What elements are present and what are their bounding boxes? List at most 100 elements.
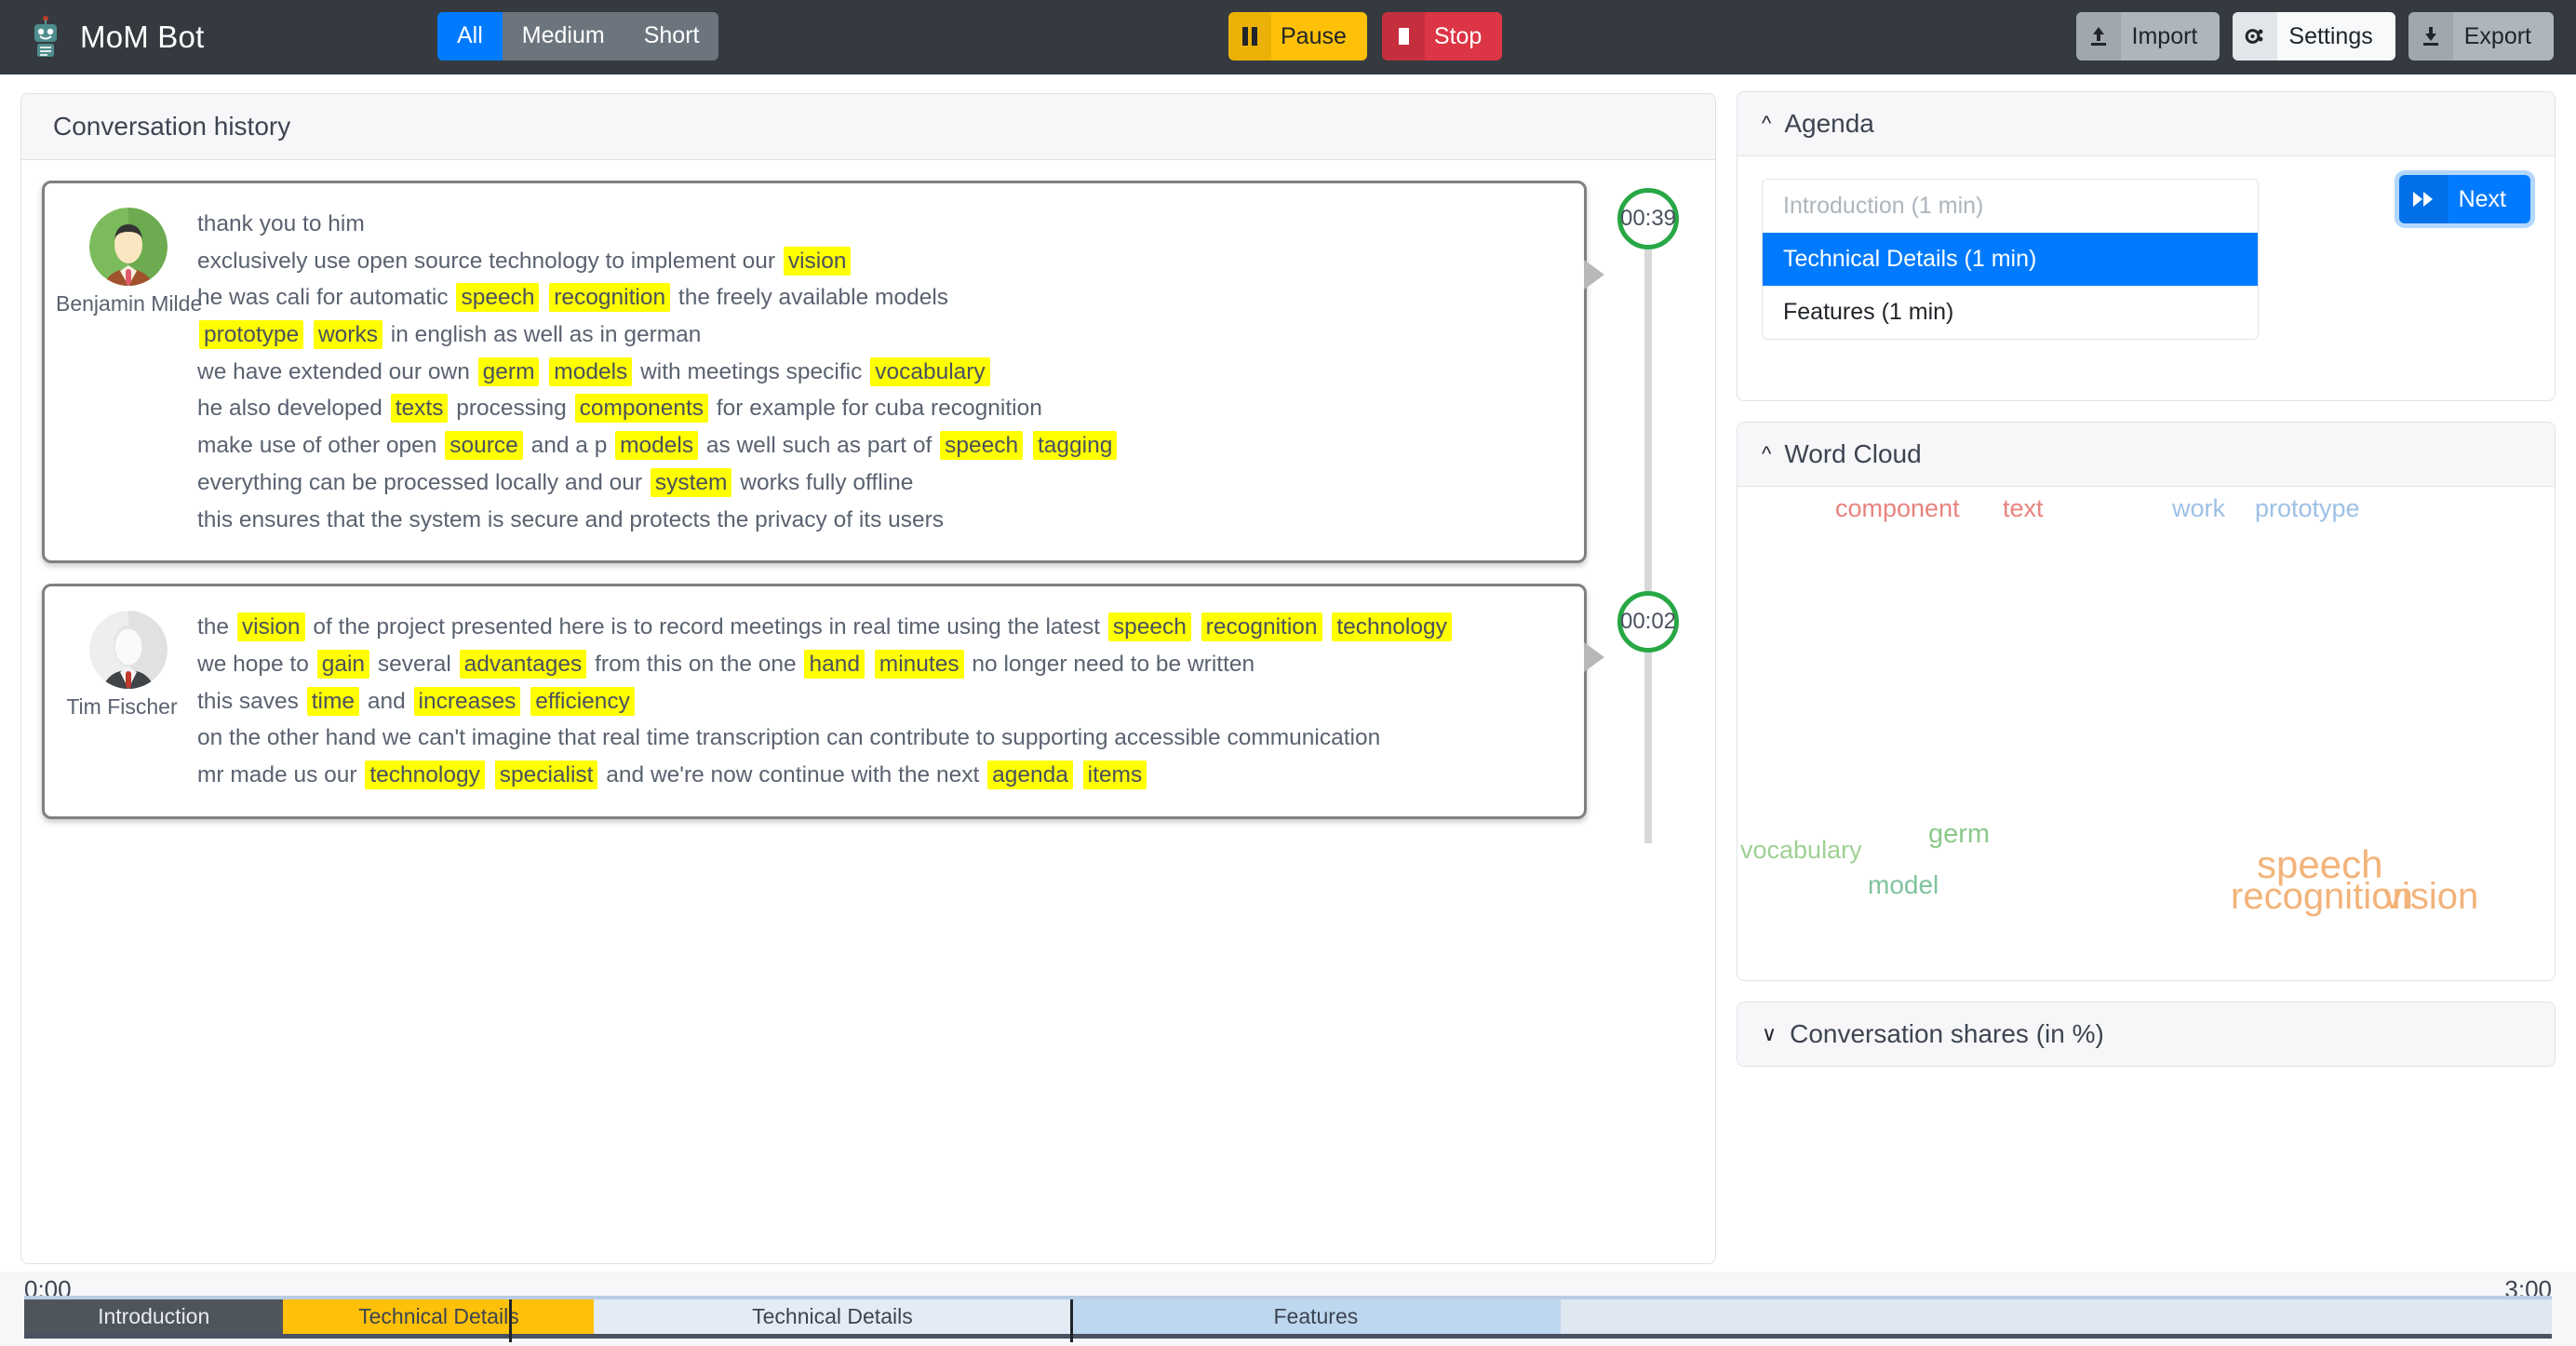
message-lines: the vision of the project presented here… xyxy=(197,607,1560,793)
keyword-highlight: minutes xyxy=(874,649,964,679)
timeline-marker xyxy=(1070,1299,1074,1342)
keyword-highlight: technology xyxy=(365,760,485,789)
keyword-highlight: recognition xyxy=(549,283,671,313)
word-cloud-word[interactable]: model xyxy=(1868,870,1939,900)
message-bubble[interactable]: Tim Fischer the vision of the project pr… xyxy=(42,584,1604,819)
agenda-panel-title: Agenda xyxy=(1784,109,1874,138)
keyword-highlight: speech xyxy=(456,283,540,313)
keyword-highlight: prototype xyxy=(199,320,304,350)
speaker-name: Tim Fischer xyxy=(66,694,178,720)
agenda-item-features[interactable]: Features (1 min) xyxy=(1763,286,2258,339)
agenda-item-introduction[interactable]: Introduction (1 min) xyxy=(1763,180,2258,233)
upload-icon xyxy=(2075,12,2121,61)
keyword-highlight: models xyxy=(615,431,699,461)
conversation-shares-panel: ∨ Conversation shares (in %) xyxy=(1737,1002,2556,1067)
word-cloud-word[interactable]: text xyxy=(2003,494,2044,523)
transcript-line: he also developed texts processing compo… xyxy=(197,394,1042,424)
keyword-highlight: technology xyxy=(1332,612,1452,642)
fast-forward-icon xyxy=(2398,175,2448,223)
keyword-highlight: hand xyxy=(804,649,865,679)
import-button[interactable]: Import xyxy=(2075,12,2220,61)
agenda-panel: ^ Agenda Introduction (1 min) Technical … xyxy=(1737,91,2556,401)
settings-button[interactable]: Settings xyxy=(2233,12,2395,61)
word-cloud-word[interactable]: vocabulary xyxy=(1740,836,1862,865)
transcript-line: we hope to gain several advantages from … xyxy=(197,649,1255,679)
keyword-highlight: vision xyxy=(783,246,852,276)
keyword-highlight: works xyxy=(313,320,382,350)
conversation-shares-panel-header[interactable]: ∨ Conversation shares (in %) xyxy=(1737,1003,2555,1066)
keyword-highlight: gain xyxy=(316,649,370,679)
file-controls: Import Settings Export xyxy=(2075,12,2554,61)
conversation-column: Conversation history Benjamin Milde than… xyxy=(0,74,1737,1346)
keyword-highlight: speech xyxy=(940,431,1024,461)
transcript-line: make use of other open source and a p mo… xyxy=(197,427,1560,464)
keyword-highlight: time xyxy=(306,686,360,716)
summary-mode-group: All Medium Short xyxy=(437,12,719,61)
agenda-panel-header[interactable]: ^ Agenda xyxy=(1737,92,2555,156)
message-bubble[interactable]: Benjamin Milde thank you to him exclusiv… xyxy=(42,181,1604,564)
transcript-line: he was cali for automatic speech recogni… xyxy=(197,283,949,313)
settings-button-label: Settings xyxy=(2288,23,2373,49)
chevron-down-icon: ∨ xyxy=(1762,1022,1778,1045)
timeline-track[interactable]: Introduction Technical Details Technical D… xyxy=(24,1296,2552,1342)
brand: MoM Bot xyxy=(26,16,204,59)
transcript-line: this saves time and increases efficiency xyxy=(197,683,1560,720)
keyword-highlight: system xyxy=(650,467,732,497)
next-button-label: Next xyxy=(2458,186,2506,212)
stop-button[interactable]: Stop xyxy=(1381,12,1503,61)
message-row: Tim Fischer the vision of the project pr… xyxy=(21,584,1715,819)
timeline-segment[interactable]: Technical Details xyxy=(283,1299,595,1334)
word-cloud-canvas: component text work prototype vocabulary germ… xyxy=(1737,487,2555,980)
export-button-label: Export xyxy=(2463,23,2531,49)
conversation-shares-panel-title: Conversation shares (in %) xyxy=(1790,1019,2104,1048)
mode-button-medium[interactable]: Medium xyxy=(502,12,624,61)
transcript-line: prototype works in english as well as in… xyxy=(197,316,1560,354)
message-row: Benjamin Milde thank you to him exclusiv… xyxy=(21,181,1715,564)
keyword-highlight: texts xyxy=(390,394,449,424)
timeline-segment[interactable]: Technical Details xyxy=(594,1299,1071,1334)
message-timestamp-badge: 00:39 xyxy=(1617,188,1679,249)
mode-button-all[interactable]: All xyxy=(437,12,503,61)
pause-button[interactable]: Pause xyxy=(1228,12,1367,61)
transcript-line: the vision of the project presented here… xyxy=(197,609,1560,646)
timeline-segment[interactable]: Features xyxy=(1070,1299,1562,1334)
word-cloud-word[interactable]: prototype xyxy=(2255,494,2360,523)
keyword-highlight: increases xyxy=(413,686,521,716)
word-cloud-word[interactable]: work xyxy=(2172,494,2225,523)
import-button-label: Import xyxy=(2131,23,2198,49)
keyword-highlight: agenda xyxy=(987,760,1073,789)
keyword-highlight: tagging xyxy=(1032,431,1118,461)
keyword-highlight: recognition xyxy=(1201,612,1322,642)
download-icon xyxy=(2408,12,2453,61)
word-cloud-word[interactable]: component xyxy=(1835,494,1960,523)
agenda-item-technical-details[interactable]: Technical Details (1 min) xyxy=(1763,233,2258,286)
avatar xyxy=(89,611,168,690)
timeline-segment[interactable]: Introduction xyxy=(24,1299,284,1334)
robot-icon xyxy=(26,16,65,59)
recording-controls: Pause Stop xyxy=(1228,12,1503,61)
app-title: MoM Bot xyxy=(80,20,205,54)
word-cloud-word[interactable]: germ xyxy=(1928,819,1990,850)
agenda-list: Introduction (1 min) Technical Details (… xyxy=(1762,179,2259,340)
keyword-highlight: vision xyxy=(236,612,305,642)
export-button[interactable]: Export xyxy=(2408,12,2554,61)
conversation-history-body: Benjamin Milde thank you to him exclusiv… xyxy=(21,160,1715,1263)
keyword-highlight: source xyxy=(445,431,523,461)
conversation-history-title: Conversation history xyxy=(21,94,1715,160)
keyword-highlight: specialist xyxy=(494,760,598,789)
main-layout: Conversation history Benjamin Milde than… xyxy=(0,74,2576,1346)
message-speaker: Benjamin Milde xyxy=(56,204,202,538)
message-lines: thank you to him exclusively use open so… xyxy=(197,204,1560,538)
word-cloud-panel-header[interactable]: ^ Word Cloud xyxy=(1737,423,2555,487)
keyword-highlight: advantages xyxy=(459,649,587,679)
meeting-timeline: 0:00 3:00 Introduction Technical Details T… xyxy=(0,1272,2576,1346)
word-cloud-panel: ^ Word Cloud component text work prototype v… xyxy=(1737,422,2556,981)
next-agenda-button[interactable]: Next xyxy=(2398,175,2530,223)
keyword-highlight: models xyxy=(549,357,633,386)
mode-button-short[interactable]: Short xyxy=(624,12,719,61)
keyword-highlight: components xyxy=(574,394,709,424)
keyword-highlight: speech xyxy=(1107,612,1191,642)
word-cloud-word[interactable]: vision xyxy=(2383,876,2478,918)
timeline-marker xyxy=(509,1299,513,1342)
transcript-line: exclusively use open source technology t… xyxy=(197,243,1560,280)
